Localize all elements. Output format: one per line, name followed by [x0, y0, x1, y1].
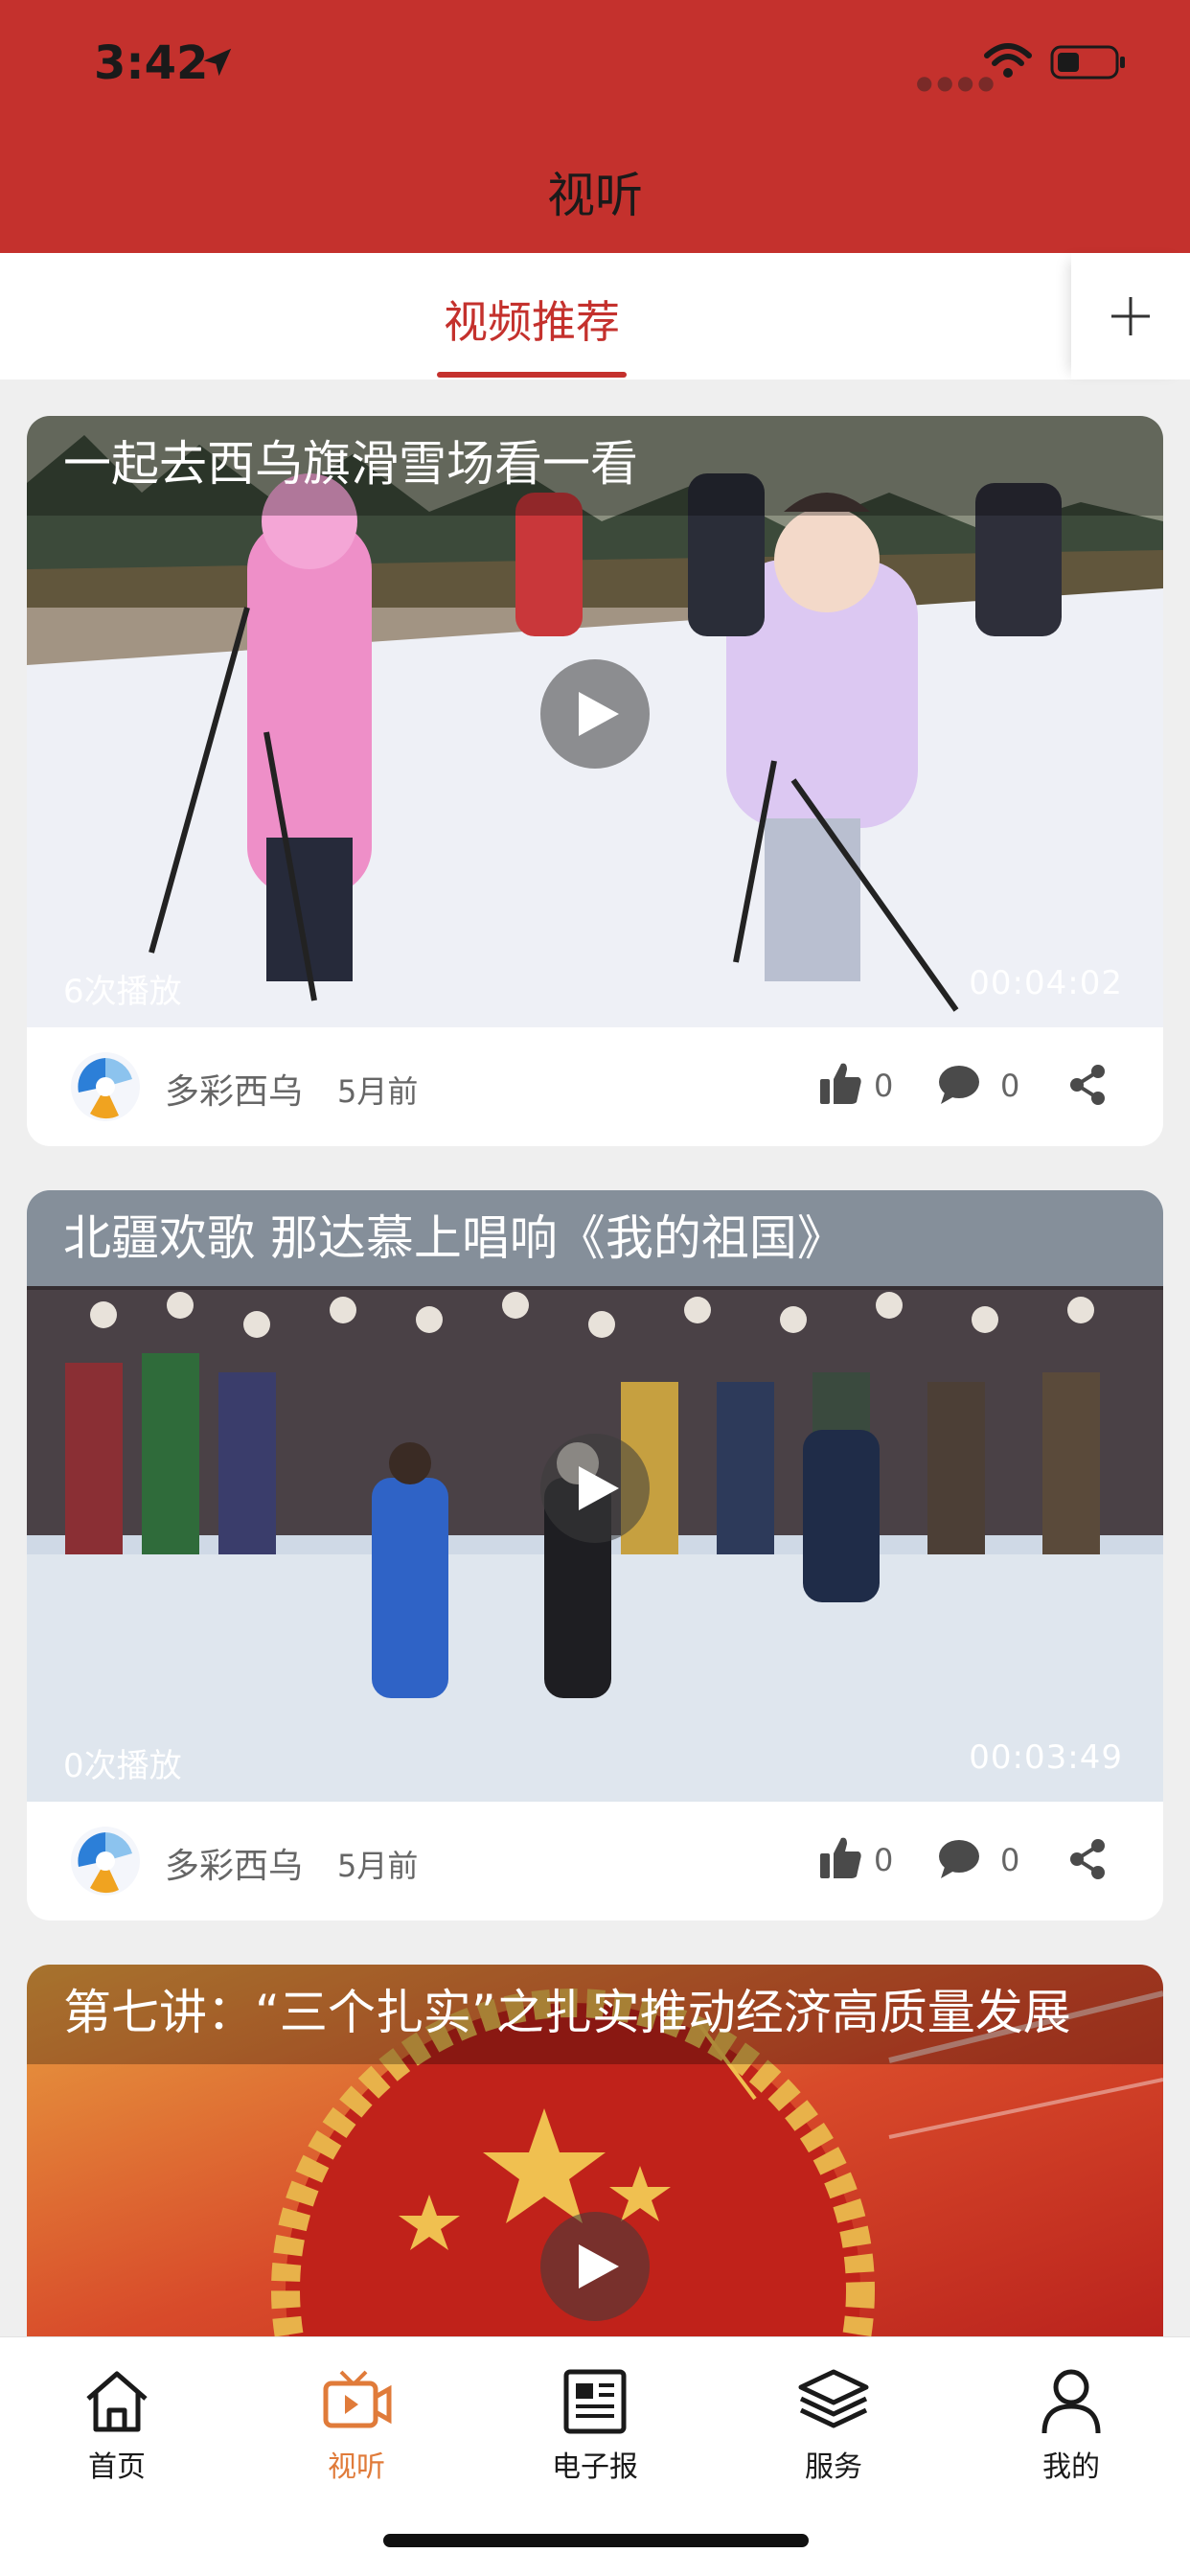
- video-source[interactable]: 多彩西乌: [165, 1064, 303, 1114]
- video-duration: 00:03:49: [969, 1738, 1123, 1777]
- play-icon: [579, 1466, 619, 1510]
- nav-item-services[interactable]: 服务: [757, 2366, 910, 2485]
- comment-icon[interactable]: [937, 1064, 981, 1106]
- video-card[interactable]: 第七讲：“三个扎实”之扎实推动经济高质量发展: [27, 1965, 1163, 2367]
- video-title-band: 一起去西乌旗滑雪场看一看: [27, 416, 1163, 516]
- tv-icon: [323, 2370, 392, 2428]
- nav-label: 服务: [805, 2450, 862, 2484]
- play-button[interactable]: [540, 1434, 650, 1543]
- video-card[interactable]: 北疆欢歌 那达慕上唱响《我的祖国》 0次播放 00:03:49 多彩西乌 5月前…: [27, 1190, 1163, 1920]
- play-button[interactable]: [540, 659, 650, 769]
- share-icon[interactable]: [1067, 1838, 1108, 1880]
- home-icon: [86, 2371, 148, 2432]
- layers-icon: [798, 2369, 869, 2428]
- status-time: 3:42: [94, 36, 209, 90]
- app-header: 3:42 ●●●● 视听: [0, 0, 1190, 253]
- play-count: 6次播放: [63, 973, 182, 1011]
- like-count: 0: [874, 1842, 894, 1878]
- nav-item-video[interactable]: 视听: [280, 2366, 433, 2485]
- battery-icon: [1050, 45, 1125, 80]
- play-icon: [579, 2244, 619, 2288]
- plus-icon: [1111, 297, 1150, 335]
- comment-count: 0: [1000, 1842, 1020, 1878]
- video-thumbnail[interactable]: 一起去西乌旗滑雪场看一看 6次播放 00:04:02: [27, 416, 1163, 1027]
- nav-label: 电子报: [552, 2450, 638, 2484]
- play-button[interactable]: [540, 2212, 650, 2321]
- home-indicator: [383, 2534, 809, 2547]
- comment-icon[interactable]: [937, 1838, 981, 1880]
- newspaper-icon: [563, 2369, 627, 2434]
- nav-item-profile[interactable]: 我的: [995, 2366, 1148, 2485]
- video-title-band: 北疆欢歌 那达慕上唱响《我的祖国》: [27, 1190, 1163, 1290]
- page-title: 视听: [547, 168, 643, 223]
- comment-count: 0: [1000, 1068, 1020, 1104]
- nav-label: 首页: [88, 2450, 146, 2484]
- thumbs-up-icon[interactable]: [818, 1062, 862, 1106]
- video-title: 北疆欢歌 那达慕上唱响《我的祖国》: [63, 1210, 845, 1266]
- share-icon[interactable]: [1067, 1064, 1108, 1106]
- video-title: 第七讲：“三个扎实”之扎实推动经济高质量发展: [63, 1985, 1071, 2040]
- location-arrow-icon: [203, 48, 232, 77]
- tab-indicator: [437, 372, 627, 378]
- video-thumbnail[interactable]: 北疆欢歌 那达慕上唱响《我的祖国》 0次播放 00:03:49: [27, 1190, 1163, 1802]
- play-count: 0次播放: [63, 1747, 182, 1785]
- user-icon: [1041, 2369, 1101, 2434]
- nav-label: 我的: [1042, 2450, 1100, 2484]
- video-card[interactable]: 一起去西乌旗滑雪场看一看 6次播放 00:04:02 多彩西乌 5月前 0 0: [27, 416, 1163, 1146]
- video-thumbnail[interactable]: 第七讲：“三个扎实”之扎实推动经济高质量发展: [27, 1965, 1163, 2367]
- video-title: 一起去西乌旗滑雪场看一看: [63, 436, 638, 492]
- nav-label: 视听: [328, 2450, 385, 2484]
- video-source[interactable]: 多彩西乌: [165, 1838, 303, 1888]
- video-meta-row: 多彩西乌 5月前 0 0: [27, 1802, 1163, 1920]
- source-logo-icon: [71, 1827, 140, 1896]
- video-title-band: 第七讲：“三个扎实”之扎实推动经济高质量发展: [27, 1965, 1163, 2064]
- video-meta-row: 多彩西乌 5月前 0 0: [27, 1027, 1163, 1146]
- add-channel-button[interactable]: [1071, 253, 1190, 380]
- nav-item-home[interactable]: 首页: [40, 2366, 194, 2485]
- video-age: 5月前: [337, 1848, 419, 1884]
- tab-video-recommend[interactable]: 视频推荐: [422, 288, 642, 351]
- like-count: 0: [874, 1068, 894, 1104]
- channel-tabs: 视频推荐: [0, 253, 1190, 380]
- nav-item-epaper[interactable]: 电子报: [518, 2366, 672, 2485]
- source-logo-icon: [71, 1052, 140, 1121]
- play-icon: [579, 692, 619, 736]
- video-age: 5月前: [337, 1073, 419, 1110]
- wifi-icon: [984, 43, 1032, 78]
- thumbs-up-icon[interactable]: [818, 1836, 862, 1880]
- video-duration: 00:04:02: [969, 964, 1123, 1002]
